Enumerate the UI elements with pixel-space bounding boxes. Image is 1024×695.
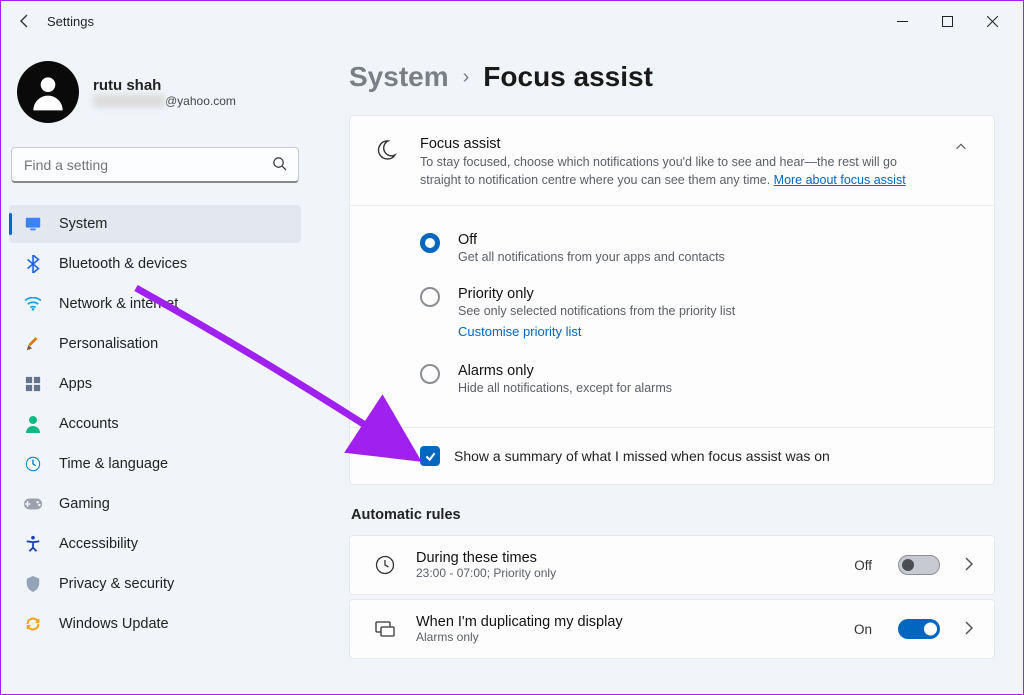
option-label: Off <box>458 232 725 248</box>
rule-sub: Alarms only <box>416 630 834 644</box>
option-link[interactable]: Customise priority list <box>458 324 582 339</box>
option-label: Alarms only <box>458 363 672 379</box>
sidebar-item-label: Accessibility <box>59 536 138 552</box>
moon-icon <box>374 138 400 164</box>
sidebar-item-privacy[interactable]: Privacy & security <box>9 565 301 603</box>
gaming-icon <box>23 494 43 514</box>
chevron-right-icon <box>960 621 978 638</box>
bluetooth-icon <box>23 254 43 274</box>
back-button[interactable] <box>9 5 41 37</box>
search-input[interactable] <box>11 147 299 183</box>
user-name: rutu shah <box>93 77 236 94</box>
breadcrumb-parent[interactable]: System <box>349 61 449 93</box>
breadcrumb-current: Focus assist <box>483 61 653 93</box>
rules-heading: Automatic rules <box>351 507 995 523</box>
focus-assist-card: Focus assist To stay focused, choose whi… <box>349 115 995 485</box>
radio-0[interactable] <box>420 233 440 253</box>
sidebar-item-label: Apps <box>59 376 92 392</box>
rule-toggle[interactable] <box>898 555 940 575</box>
time-icon <box>23 454 43 474</box>
sidebar-item-label: System <box>59 216 107 232</box>
rule-toggle[interactable] <box>898 619 940 639</box>
focus-option-2: Alarms only Hide all notifications, exce… <box>420 355 974 409</box>
collapse-button[interactable] <box>948 136 974 161</box>
summary-checkbox[interactable] <box>420 446 440 466</box>
sidebar-item-bluetooth[interactable]: Bluetooth & devices <box>9 245 301 283</box>
close-button[interactable] <box>970 5 1015 37</box>
update-icon <box>23 614 43 634</box>
sidebar-item-accounts[interactable]: Accounts <box>9 405 301 443</box>
search-box[interactable] <box>11 147 299 183</box>
sidebar-item-time[interactable]: Time & language <box>9 445 301 483</box>
sidebar-item-label: Network & internet <box>59 296 178 312</box>
window-title: Settings <box>47 14 94 29</box>
nav-list: System Bluetooth & devices Network & inter… <box>9 205 301 643</box>
rule-1[interactable]: When I'm duplicating my display Alarms o… <box>349 599 995 659</box>
chevron-right-icon: › <box>463 66 470 89</box>
sidebar-item-system[interactable]: System <box>9 205 301 243</box>
sidebar: rutu shah xxxxxx@yahoo.com System Bluetoo… <box>1 41 309 694</box>
option-desc: Hide all notifications, except for alarm… <box>458 381 672 395</box>
rule-state: On <box>854 622 872 637</box>
chevron-right-icon <box>960 557 978 574</box>
titlebar: Settings <box>1 1 1023 41</box>
user-header[interactable]: rutu shah xxxxxx@yahoo.com <box>9 51 301 147</box>
radio-2[interactable] <box>420 364 440 384</box>
sidebar-item-network[interactable]: Network & internet <box>9 285 301 323</box>
sidebar-item-label: Personalisation <box>59 336 158 352</box>
personalisation-icon <box>23 334 43 354</box>
sidebar-item-accessibility[interactable]: Accessibility <box>9 525 301 563</box>
rule-title: During these times <box>416 550 834 566</box>
rule-title: When I'm duplicating my display <box>416 614 834 630</box>
option-desc: See only selected notifications from the… <box>458 304 735 318</box>
sidebar-item-personalisation[interactable]: Personalisation <box>9 325 301 363</box>
sidebar-item-label: Windows Update <box>59 616 169 632</box>
breadcrumb: System › Focus assist <box>349 61 995 93</box>
accounts-icon <box>23 414 43 434</box>
rule-icon <box>374 554 396 576</box>
sidebar-item-update[interactable]: Windows Update <box>9 605 301 643</box>
network-icon <box>23 294 43 314</box>
search-icon <box>272 156 287 174</box>
sidebar-item-label: Gaming <box>59 496 110 512</box>
rule-0[interactable]: During these times 23:00 - 07:00; Priori… <box>349 535 995 595</box>
accessibility-icon <box>23 534 43 554</box>
sidebar-item-label: Time & language <box>59 456 168 472</box>
sidebar-item-apps[interactable]: Apps <box>9 365 301 403</box>
privacy-icon <box>23 574 43 594</box>
card-desc: To stay focused, choose which notificati… <box>420 154 928 189</box>
focus-option-0: Off Get all notifications from your apps… <box>420 224 974 278</box>
system-icon <box>23 214 43 234</box>
content-pane: System › Focus assist Focus assist To st… <box>309 41 1023 694</box>
sidebar-item-label: Privacy & security <box>59 576 174 592</box>
sidebar-item-label: Accounts <box>59 416 119 432</box>
minimize-button[interactable] <box>880 5 925 37</box>
apps-icon <box>23 374 43 394</box>
option-label: Priority only <box>458 286 735 302</box>
more-link[interactable]: More about focus assist <box>774 173 906 187</box>
rule-state: Off <box>854 558 872 573</box>
focus-option-1: Priority only See only selected notifica… <box>420 278 974 355</box>
maximize-button[interactable] <box>925 5 970 37</box>
option-desc: Get all notifications from your apps and… <box>458 250 725 264</box>
summary-label: Show a summary of what I missed when foc… <box>454 448 830 464</box>
avatar <box>17 61 79 123</box>
card-title: Focus assist <box>420 136 928 152</box>
rule-sub: 23:00 - 07:00; Priority only <box>416 566 834 580</box>
sidebar-item-label: Bluetooth & devices <box>59 256 187 272</box>
radio-1[interactable] <box>420 287 440 307</box>
rule-icon <box>374 618 396 640</box>
user-email: xxxxxx@yahoo.com <box>93 94 236 108</box>
sidebar-item-gaming[interactable]: Gaming <box>9 485 301 523</box>
